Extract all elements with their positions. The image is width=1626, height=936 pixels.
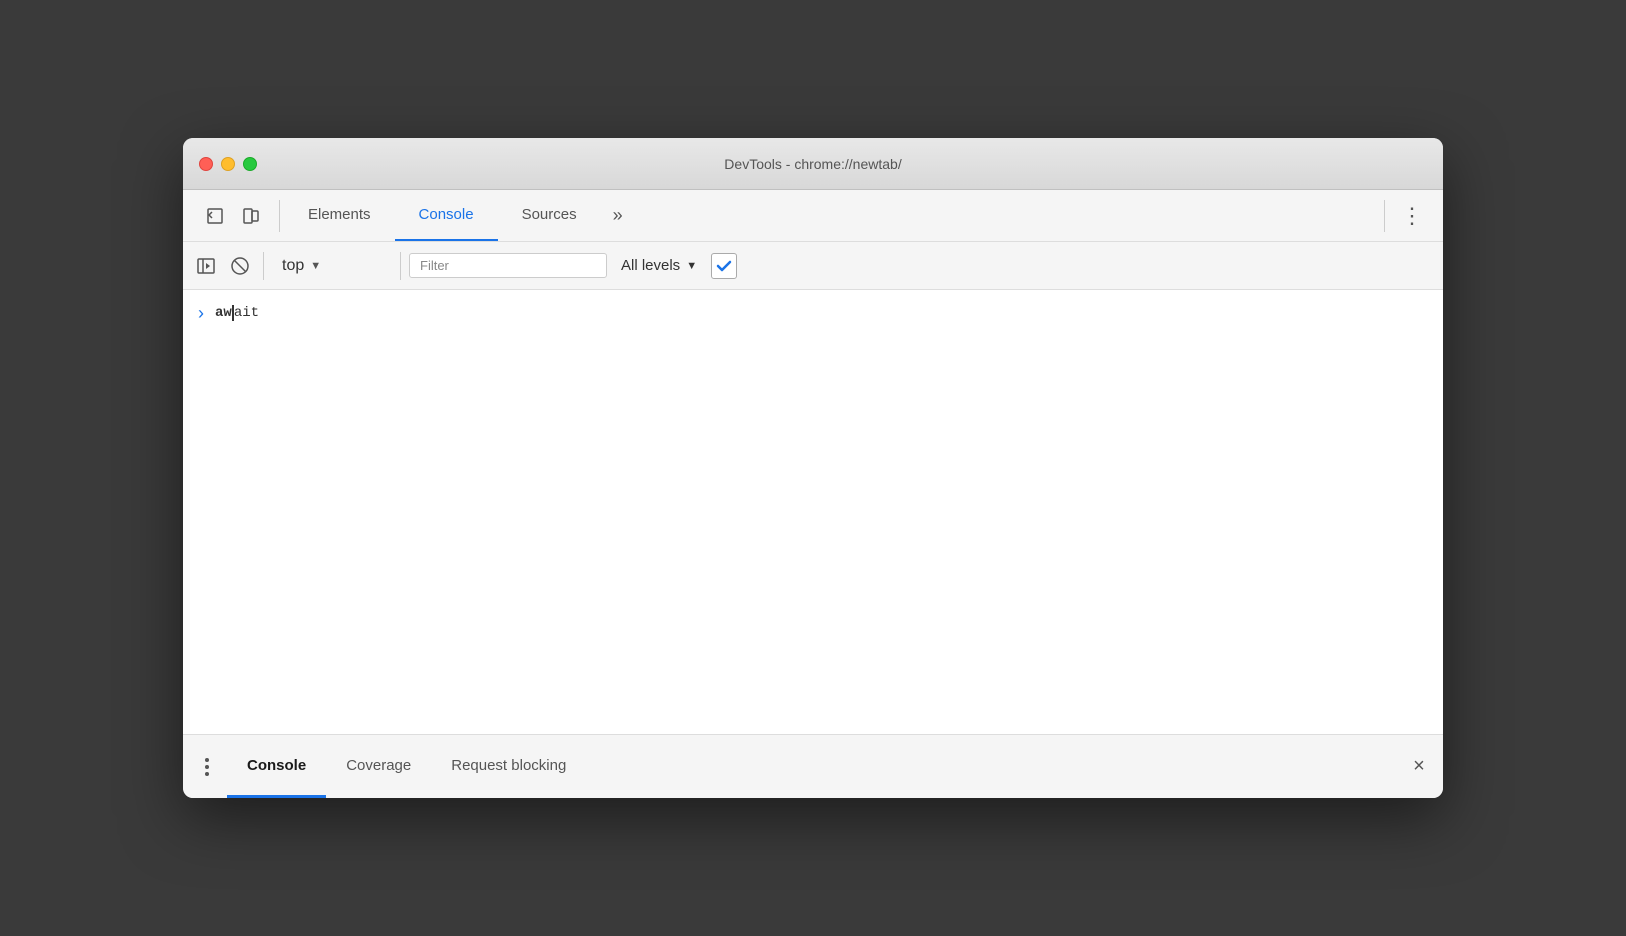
toolbar-divider-1 (279, 200, 280, 232)
context-arrow-icon: ▼ (310, 260, 321, 272)
bottom-panel: Console Coverage Request blocking × (183, 734, 1443, 798)
filter-input[interactable] (409, 253, 607, 278)
console-entry-text: await (211, 302, 259, 324)
toolbar-icon-group (191, 200, 275, 232)
context-label: top (282, 257, 304, 275)
console-entry[interactable]: › await (183, 298, 1443, 328)
devtools-window: DevTools - chrome://newtab/ Element (183, 138, 1443, 798)
kebab-dot-3 (205, 772, 209, 776)
toolbar-divider-2 (1384, 200, 1385, 232)
bottom-panel-close-button[interactable]: × (1403, 751, 1435, 783)
minimize-button[interactable] (221, 157, 235, 171)
traffic-lights (199, 157, 257, 171)
console-divider-1 (263, 252, 264, 280)
device-toolbar-button[interactable] (235, 200, 267, 232)
levels-selector[interactable]: All levels ▼ (611, 253, 707, 278)
levels-label: All levels (621, 257, 680, 274)
context-selector[interactable]: top ▼ (272, 253, 392, 279)
title-bar: DevTools - chrome://newtab/ (183, 138, 1443, 190)
console-content: › await (183, 290, 1443, 734)
sidebar-toggle-button[interactable] (191, 251, 221, 281)
more-tabs-button[interactable]: » (601, 190, 635, 241)
window-title: DevTools - chrome://newtab/ (724, 156, 901, 172)
devtools-toolbar: Elements Console Sources » ⋮ (183, 190, 1443, 242)
toolbar-tabs: Elements Console Sources » (284, 190, 1380, 241)
entry-text-light: ait (234, 305, 259, 321)
bottom-panel-menu-button[interactable] (191, 751, 223, 783)
bottom-tab-coverage[interactable]: Coverage (326, 735, 431, 798)
console-toolbar: top ▼ All levels ▼ (183, 242, 1443, 290)
close-button[interactable] (199, 157, 213, 171)
kebab-dot-2 (205, 765, 209, 769)
toolbar-menu-button[interactable]: ⋮ (1389, 203, 1435, 229)
entry-text-bold: aw (215, 305, 232, 321)
bottom-tabs: Console Coverage Request blocking (227, 735, 1403, 798)
bottom-tab-request-blocking[interactable]: Request blocking (431, 735, 586, 798)
entry-chevron-icon[interactable]: › (191, 302, 211, 324)
tab-sources[interactable]: Sources (498, 190, 601, 241)
tab-elements[interactable]: Elements (284, 190, 395, 241)
console-divider-2 (400, 252, 401, 280)
bottom-tab-console[interactable]: Console (227, 735, 326, 798)
maximize-button[interactable] (243, 157, 257, 171)
clear-console-button[interactable] (225, 251, 255, 281)
tab-console[interactable]: Console (395, 190, 498, 241)
levels-arrow-icon: ▼ (686, 260, 697, 272)
kebab-dot-1 (205, 758, 209, 762)
checkbox-button[interactable] (711, 253, 737, 279)
inspect-element-button[interactable] (199, 200, 231, 232)
